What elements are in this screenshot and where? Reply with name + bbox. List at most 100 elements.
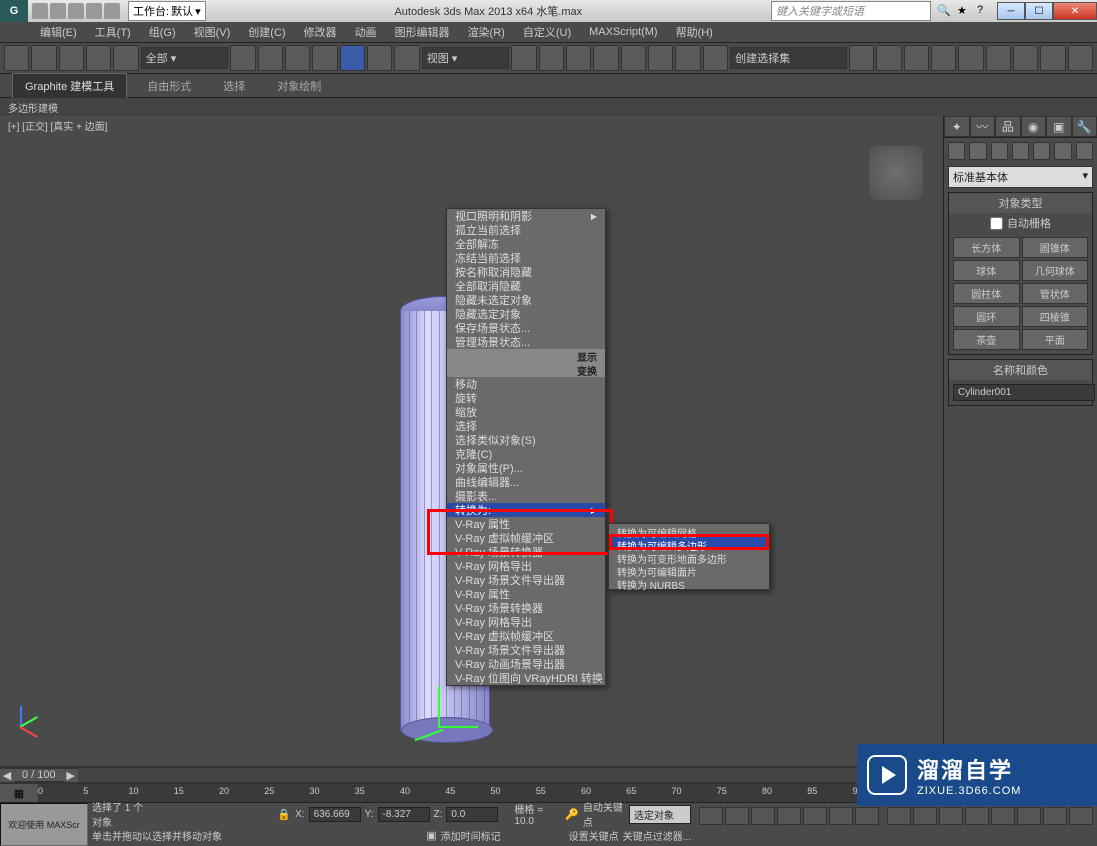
menu-自定义(U)[interactable]: 自定义(U)	[523, 24, 571, 40]
spinner-snap-button[interactable]	[675, 45, 700, 71]
menu-item[interactable]: 冻结当前选择	[447, 251, 605, 265]
primitive-管状体[interactable]: 管状体	[1022, 283, 1089, 304]
link-button[interactable]	[59, 45, 84, 71]
primitive-圆环[interactable]: 圆环	[953, 306, 1020, 327]
submenu-item-3[interactable]: 转换为可编辑面片	[609, 563, 769, 576]
menu-item[interactable]: V-Ray 位图向 VRayHDRI 转换	[447, 671, 605, 685]
menu-item[interactable]: 转换为:▶	[447, 503, 605, 517]
refcoord-combo[interactable]: 视图 ▾	[422, 47, 510, 69]
x-coord[interactable]: 636.669	[309, 807, 361, 822]
hierarchy-tab[interactable]: 品	[995, 116, 1021, 137]
percent-snap-button[interactable]	[648, 45, 673, 71]
time-prev-icon[interactable]: ◀	[0, 769, 14, 782]
maximize-viewport-icon[interactable]	[1069, 807, 1093, 825]
schematic-button[interactable]	[958, 45, 983, 71]
snap-button[interactable]	[593, 45, 618, 71]
render-button[interactable]	[1068, 45, 1093, 71]
helpers-icon[interactable]	[1033, 142, 1050, 160]
utilities-tab[interactable]: 🔧	[1072, 116, 1097, 137]
menu-创建(C)[interactable]: 创建(C)	[248, 24, 285, 40]
primitive-球体[interactable]: 球体	[953, 260, 1020, 281]
cameras-icon[interactable]	[1012, 142, 1029, 160]
time-position[interactable]: 0 / 100	[14, 769, 64, 781]
geometry-category-combo[interactable]: 标准基本体▾	[948, 166, 1093, 188]
menu-item[interactable]: 移动	[447, 377, 605, 391]
key-mode-icon[interactable]	[829, 807, 853, 825]
ribbon-tab-0[interactable]: Graphite 建模工具	[12, 73, 127, 98]
menu-item[interactable]: V-Ray 场景转换器	[447, 601, 605, 615]
primitive-圆柱体[interactable]: 圆柱体	[953, 283, 1020, 304]
fov-icon[interactable]	[991, 807, 1015, 825]
sel-filter-combo[interactable]: 全部 ▾	[141, 47, 229, 69]
setkey-button[interactable]: 设置关键点	[569, 828, 619, 843]
close-button[interactable]: ✕	[1053, 2, 1097, 20]
next-frame-icon[interactable]	[777, 807, 801, 825]
workspace-selector[interactable]: 工作台: 默认 ▾	[128, 1, 206, 21]
menu-动画[interactable]: 动画	[355, 24, 377, 40]
y-coord[interactable]: -8.327	[378, 807, 430, 822]
menu-item[interactable]: V-Ray 虚拟帧缓冲区	[447, 531, 605, 545]
redo-button[interactable]	[31, 45, 56, 71]
menu-帮助(H)[interactable]: 帮助(H)	[676, 24, 713, 40]
menu-item[interactable]: 旋转	[447, 391, 605, 405]
menu-视图(V)[interactable]: 视图(V)	[194, 24, 231, 40]
menu-工具(T)[interactable]: 工具(T)	[95, 24, 131, 40]
menu-item[interactable]: 隐藏选定对象	[447, 307, 605, 321]
bind-button[interactable]	[113, 45, 138, 71]
maxscript-listener[interactable]: 欢迎使用 MAXScr	[0, 803, 88, 846]
menu-编辑(E)[interactable]: 编辑(E)	[40, 24, 77, 40]
zoom-extents-all-icon[interactable]	[965, 807, 989, 825]
submenu-item-0[interactable]: 转换为可编辑网格	[609, 524, 769, 537]
trackbar-toggle-icon[interactable]: ▦	[0, 784, 38, 802]
qat-redo-icon[interactable]	[104, 3, 120, 19]
unlink-button[interactable]	[86, 45, 111, 71]
prev-frame-icon[interactable]	[725, 807, 749, 825]
geometry-icon[interactable]	[948, 142, 965, 160]
menu-item[interactable]: V-Ray 属性	[447, 587, 605, 601]
menu-修改器[interactable]: 修改器	[304, 24, 337, 40]
menu-item[interactable]: 摄影表...	[447, 489, 605, 503]
menu-组(G)[interactable]: 组(G)	[149, 24, 176, 40]
pivot-button[interactable]	[511, 45, 536, 71]
ribbon-tab-3[interactable]: 对象绘制	[265, 74, 333, 98]
render-setup-button[interactable]	[1013, 45, 1038, 71]
goto-end-icon[interactable]	[803, 807, 827, 825]
systems-icon[interactable]	[1076, 142, 1093, 160]
rendered-frame-button[interactable]	[1040, 45, 1065, 71]
window-crossing-button[interactable]	[312, 45, 337, 71]
qat-open-icon[interactable]	[50, 3, 66, 19]
manipulate-button[interactable]	[539, 45, 564, 71]
menu-item[interactable]: 全部取消隐藏	[447, 279, 605, 293]
menu-item[interactable]: 按名称取消隐藏	[447, 265, 605, 279]
help-icon[interactable]: ?	[977, 4, 991, 18]
mirror-button[interactable]	[849, 45, 874, 71]
qat-save-icon[interactable]	[68, 3, 84, 19]
primitive-圆锥体[interactable]: 圆锥体	[1022, 237, 1089, 258]
menu-item[interactable]: 对象属性(P)...	[447, 461, 605, 475]
play-icon[interactable]	[751, 807, 775, 825]
submenu-item-2[interactable]: 转换为可变形地面多边形	[609, 550, 769, 563]
time-track[interactable]	[78, 768, 943, 782]
lights-icon[interactable]	[991, 142, 1008, 160]
time-next-icon[interactable]: ▶	[64, 769, 78, 782]
menu-item[interactable]: V-Ray 场景文件导出器	[447, 643, 605, 657]
addtime-button[interactable]: 添加时间标记	[441, 828, 501, 843]
keyboard-button[interactable]	[566, 45, 591, 71]
curve-editor-button[interactable]	[931, 45, 956, 71]
viewcube[interactable]	[869, 146, 923, 200]
pan-icon[interactable]	[1017, 807, 1041, 825]
zoom-extents-icon[interactable]	[939, 807, 963, 825]
menu-MAXScript(M)[interactable]: MAXScript(M)	[589, 26, 657, 38]
menu-item[interactable]: 缩放	[447, 405, 605, 419]
menu-item[interactable]: V-Ray 网格导出	[447, 559, 605, 573]
align-button[interactable]	[876, 45, 901, 71]
primitive-几何球体[interactable]: 几何球体	[1022, 260, 1089, 281]
menu-item[interactable]: V-Ray 场景转换器	[447, 545, 605, 559]
primitive-茶壶[interactable]: 茶壶	[953, 329, 1020, 350]
z-coord[interactable]: 0.0	[446, 807, 498, 822]
angle-snap-button[interactable]	[621, 45, 646, 71]
menu-item[interactable]: V-Ray 场景文件导出器	[447, 573, 605, 587]
primitive-平面[interactable]: 平面	[1022, 329, 1089, 350]
menu-item[interactable]: 视口照明和阴影▶	[447, 209, 605, 223]
menu-item[interactable]: 隐藏未选定对象	[447, 293, 605, 307]
